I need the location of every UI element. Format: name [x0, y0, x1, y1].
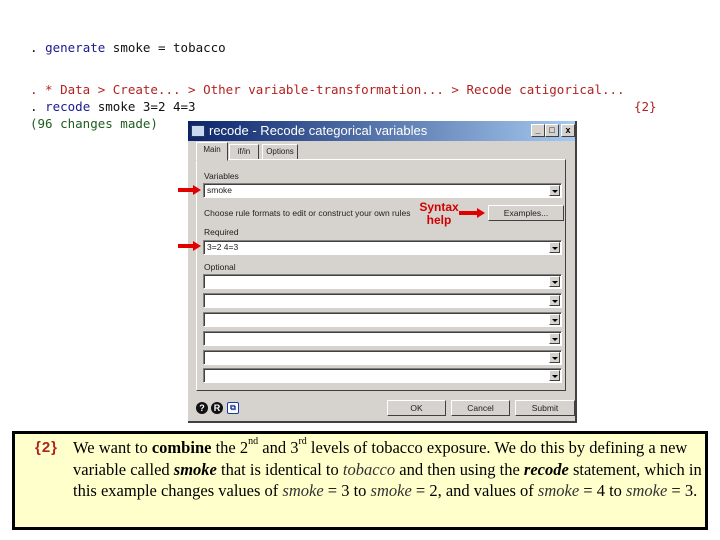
- text: the 2: [211, 438, 249, 457]
- text: that is identical to: [216, 459, 343, 479]
- console-line-recode: . recode smoke 3=2 4=3: [30, 99, 196, 114]
- arrow-head-icon: [193, 185, 201, 195]
- prompt: .: [30, 99, 46, 114]
- variables-combo[interactable]: smoke: [203, 183, 562, 198]
- emphasis-combine: combine: [151, 438, 212, 457]
- arrow-head-icon: [477, 208, 485, 218]
- variable-smoke: smoke: [370, 481, 412, 500]
- command-args: smoke = tobacco: [105, 40, 226, 55]
- syntax-help-annotation: Syntax help: [416, 201, 462, 227]
- dialog-title: recode - Recode categorical variables: [209, 123, 428, 138]
- chevron-down-icon[interactable]: [549, 314, 560, 325]
- reset-icon[interactable]: R: [211, 402, 223, 414]
- cancel-button[interactable]: Cancel: [451, 400, 510, 416]
- text: = 3.: [667, 481, 698, 500]
- optional-rule-combo-3[interactable]: [203, 312, 562, 327]
- required-rules-combo[interactable]: 3=2 4=3: [203, 240, 562, 255]
- chevron-down-icon[interactable]: [549, 295, 560, 306]
- optional-label: Optional: [204, 262, 236, 272]
- chevron-down-icon[interactable]: [549, 333, 560, 344]
- tab-options[interactable]: Options: [262, 144, 298, 160]
- command-args: smoke 3=2 4=3: [90, 99, 196, 114]
- chevron-down-icon[interactable]: [549, 185, 560, 196]
- close-button[interactable]: x: [561, 124, 575, 137]
- text: We want to: [73, 438, 152, 457]
- ordinal-suffix: rd: [298, 436, 307, 447]
- command-keyword: recode: [45, 99, 91, 114]
- ok-button[interactable]: OK: [387, 400, 446, 416]
- variable-smoke: smoke: [537, 481, 580, 500]
- variable-smoke: smoke: [173, 459, 217, 479]
- chevron-down-icon[interactable]: [549, 242, 560, 253]
- variable-smoke: smoke: [282, 481, 324, 500]
- note-marker: {2}: [35, 439, 59, 456]
- optional-rule-combo-5[interactable]: [203, 350, 562, 365]
- text: and then using the: [395, 459, 524, 479]
- arrow-shaft: [178, 188, 194, 192]
- recode-dialog: recode - Recode categorical variables _ …: [188, 121, 577, 423]
- dialog-app-icon: [191, 125, 205, 137]
- optional-rule-combo-6[interactable]: [203, 368, 562, 383]
- console-line-comment: . * Data > Create... > Other variable-tr…: [30, 82, 625, 97]
- variables-label: Variables: [204, 171, 239, 181]
- copy-command-icon[interactable]: ⧉: [227, 402, 239, 414]
- chevron-down-icon[interactable]: [549, 276, 560, 287]
- chevron-down-icon[interactable]: [549, 352, 560, 363]
- variable-tobacco: tobacco: [342, 459, 396, 479]
- tab-main[interactable]: Main: [196, 142, 228, 161]
- text: = 2, and values of: [411, 481, 538, 500]
- submit-button[interactable]: Submit: [515, 400, 575, 416]
- reference-marker: {2}: [634, 99, 657, 114]
- optional-rule-combo-4[interactable]: [203, 331, 562, 346]
- chevron-down-icon[interactable]: [549, 370, 560, 381]
- tab-if-in[interactable]: if/in: [229, 144, 259, 160]
- optional-rule-combo-2[interactable]: [203, 293, 562, 308]
- note-text: We want to combine the 2nd and 3rd level…: [73, 437, 703, 502]
- text: = 3 to: [323, 481, 371, 500]
- maximize-button[interactable]: □: [545, 124, 559, 137]
- required-value: 3=2 4=3: [207, 242, 239, 252]
- prompt: .: [30, 40, 46, 55]
- command-recode: recode: [523, 459, 569, 479]
- arrow-shaft: [178, 244, 194, 248]
- console-output: (96 changes made): [30, 116, 158, 131]
- examples-button[interactable]: Examples...: [488, 205, 564, 221]
- syntax-help-line2: help: [426, 213, 452, 227]
- ordinal-suffix: nd: [248, 436, 259, 447]
- text: = 4 to: [579, 481, 627, 500]
- text: and 3: [258, 438, 299, 457]
- explanation-note: {2} We want to combine the 2nd and 3rd l…: [12, 431, 708, 530]
- arrow-head-icon: [193, 241, 201, 251]
- optional-rule-combo-1[interactable]: [203, 274, 562, 289]
- console-line-generate: . generate smoke = tobacco: [30, 40, 226, 55]
- variables-value: smoke: [207, 185, 233, 195]
- minimize-button[interactable]: _: [531, 124, 545, 137]
- required-label: Required: [204, 227, 239, 237]
- dialog-titlebar[interactable]: recode - Recode categorical variables _ …: [188, 121, 575, 141]
- rules-hint: Choose rule formats to edit or construct…: [204, 208, 411, 218]
- help-icon[interactable]: ?: [196, 402, 208, 414]
- variable-smoke: smoke: [626, 481, 668, 500]
- command-keyword: generate: [45, 40, 106, 55]
